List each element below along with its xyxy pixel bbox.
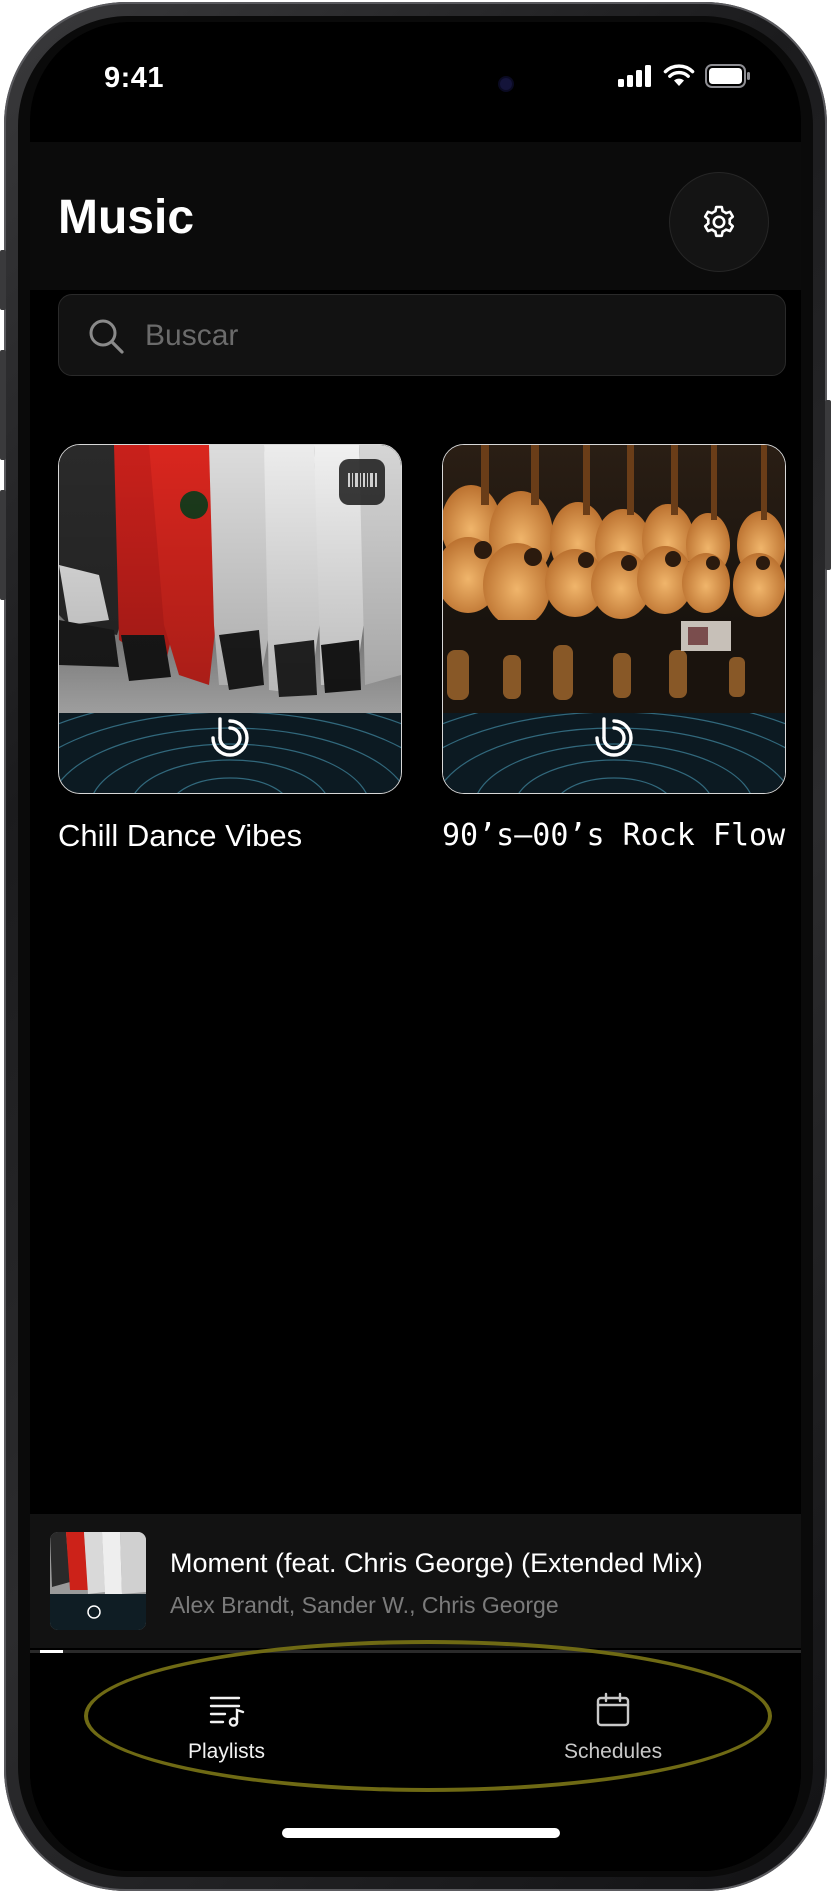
playlist-card-chill-dance-vibes[interactable]: Chill Dance Vibes bbox=[58, 444, 402, 854]
playlist-cover-guitars[interactable] bbox=[442, 444, 786, 794]
status-time: 9:41 bbox=[104, 62, 165, 94]
volume-up-button bbox=[0, 350, 6, 460]
page-title: Music bbox=[58, 191, 195, 244]
app-screen: 9:41 Music Buscar Chill Dance Vibes 90’s… bbox=[30, 22, 801, 1871]
brand-logo-icon bbox=[211, 717, 249, 757]
home-indicator[interactable] bbox=[282, 1828, 560, 1838]
playlist-cover-sneakers[interactable] bbox=[58, 444, 402, 794]
status-icons bbox=[617, 64, 751, 88]
dynamic-island bbox=[312, 52, 534, 116]
power-button bbox=[825, 400, 831, 570]
signal-icon bbox=[618, 65, 651, 87]
battery-icon bbox=[705, 64, 750, 88]
volume-down-button bbox=[0, 490, 6, 600]
header: Music bbox=[30, 142, 801, 290]
brand-logo-icon bbox=[595, 717, 633, 757]
now-playing-title: Moment (feat. Chris George) (Extended Mi… bbox=[170, 1548, 703, 1578]
gear-icon bbox=[703, 205, 735, 238]
search-bar[interactable] bbox=[58, 294, 786, 377]
now-playing-artists: Alex Brandt, Sander W., Chris George bbox=[170, 1592, 559, 1618]
silent-switch bbox=[0, 250, 6, 310]
now-playing-artwork[interactable] bbox=[50, 1532, 146, 1630]
status-bar: 9:41 bbox=[30, 22, 801, 132]
now-playing-bar[interactable]: Moment (feat. Chris George) (Extended Mi… bbox=[30, 1514, 801, 1648]
playback-progress-fill bbox=[40, 1650, 64, 1653]
playlist-title[interactable]: 90’s–00’s Rock Flow bbox=[442, 818, 786, 853]
search-input[interactable] bbox=[143, 295, 747, 377]
highlight-annotation-ring bbox=[84, 1640, 772, 1792]
settings-button[interactable] bbox=[669, 172, 769, 272]
playlist-card-rock-flow[interactable]: 90’s–00’s Rock Flow bbox=[442, 444, 786, 853]
front-camera-icon bbox=[500, 78, 512, 90]
wifi-icon bbox=[663, 64, 695, 86]
search-icon bbox=[89, 319, 124, 354]
sneakers-thumbnail bbox=[50, 1532, 146, 1630]
playlist-title[interactable]: Chill Dance Vibes bbox=[58, 818, 402, 854]
